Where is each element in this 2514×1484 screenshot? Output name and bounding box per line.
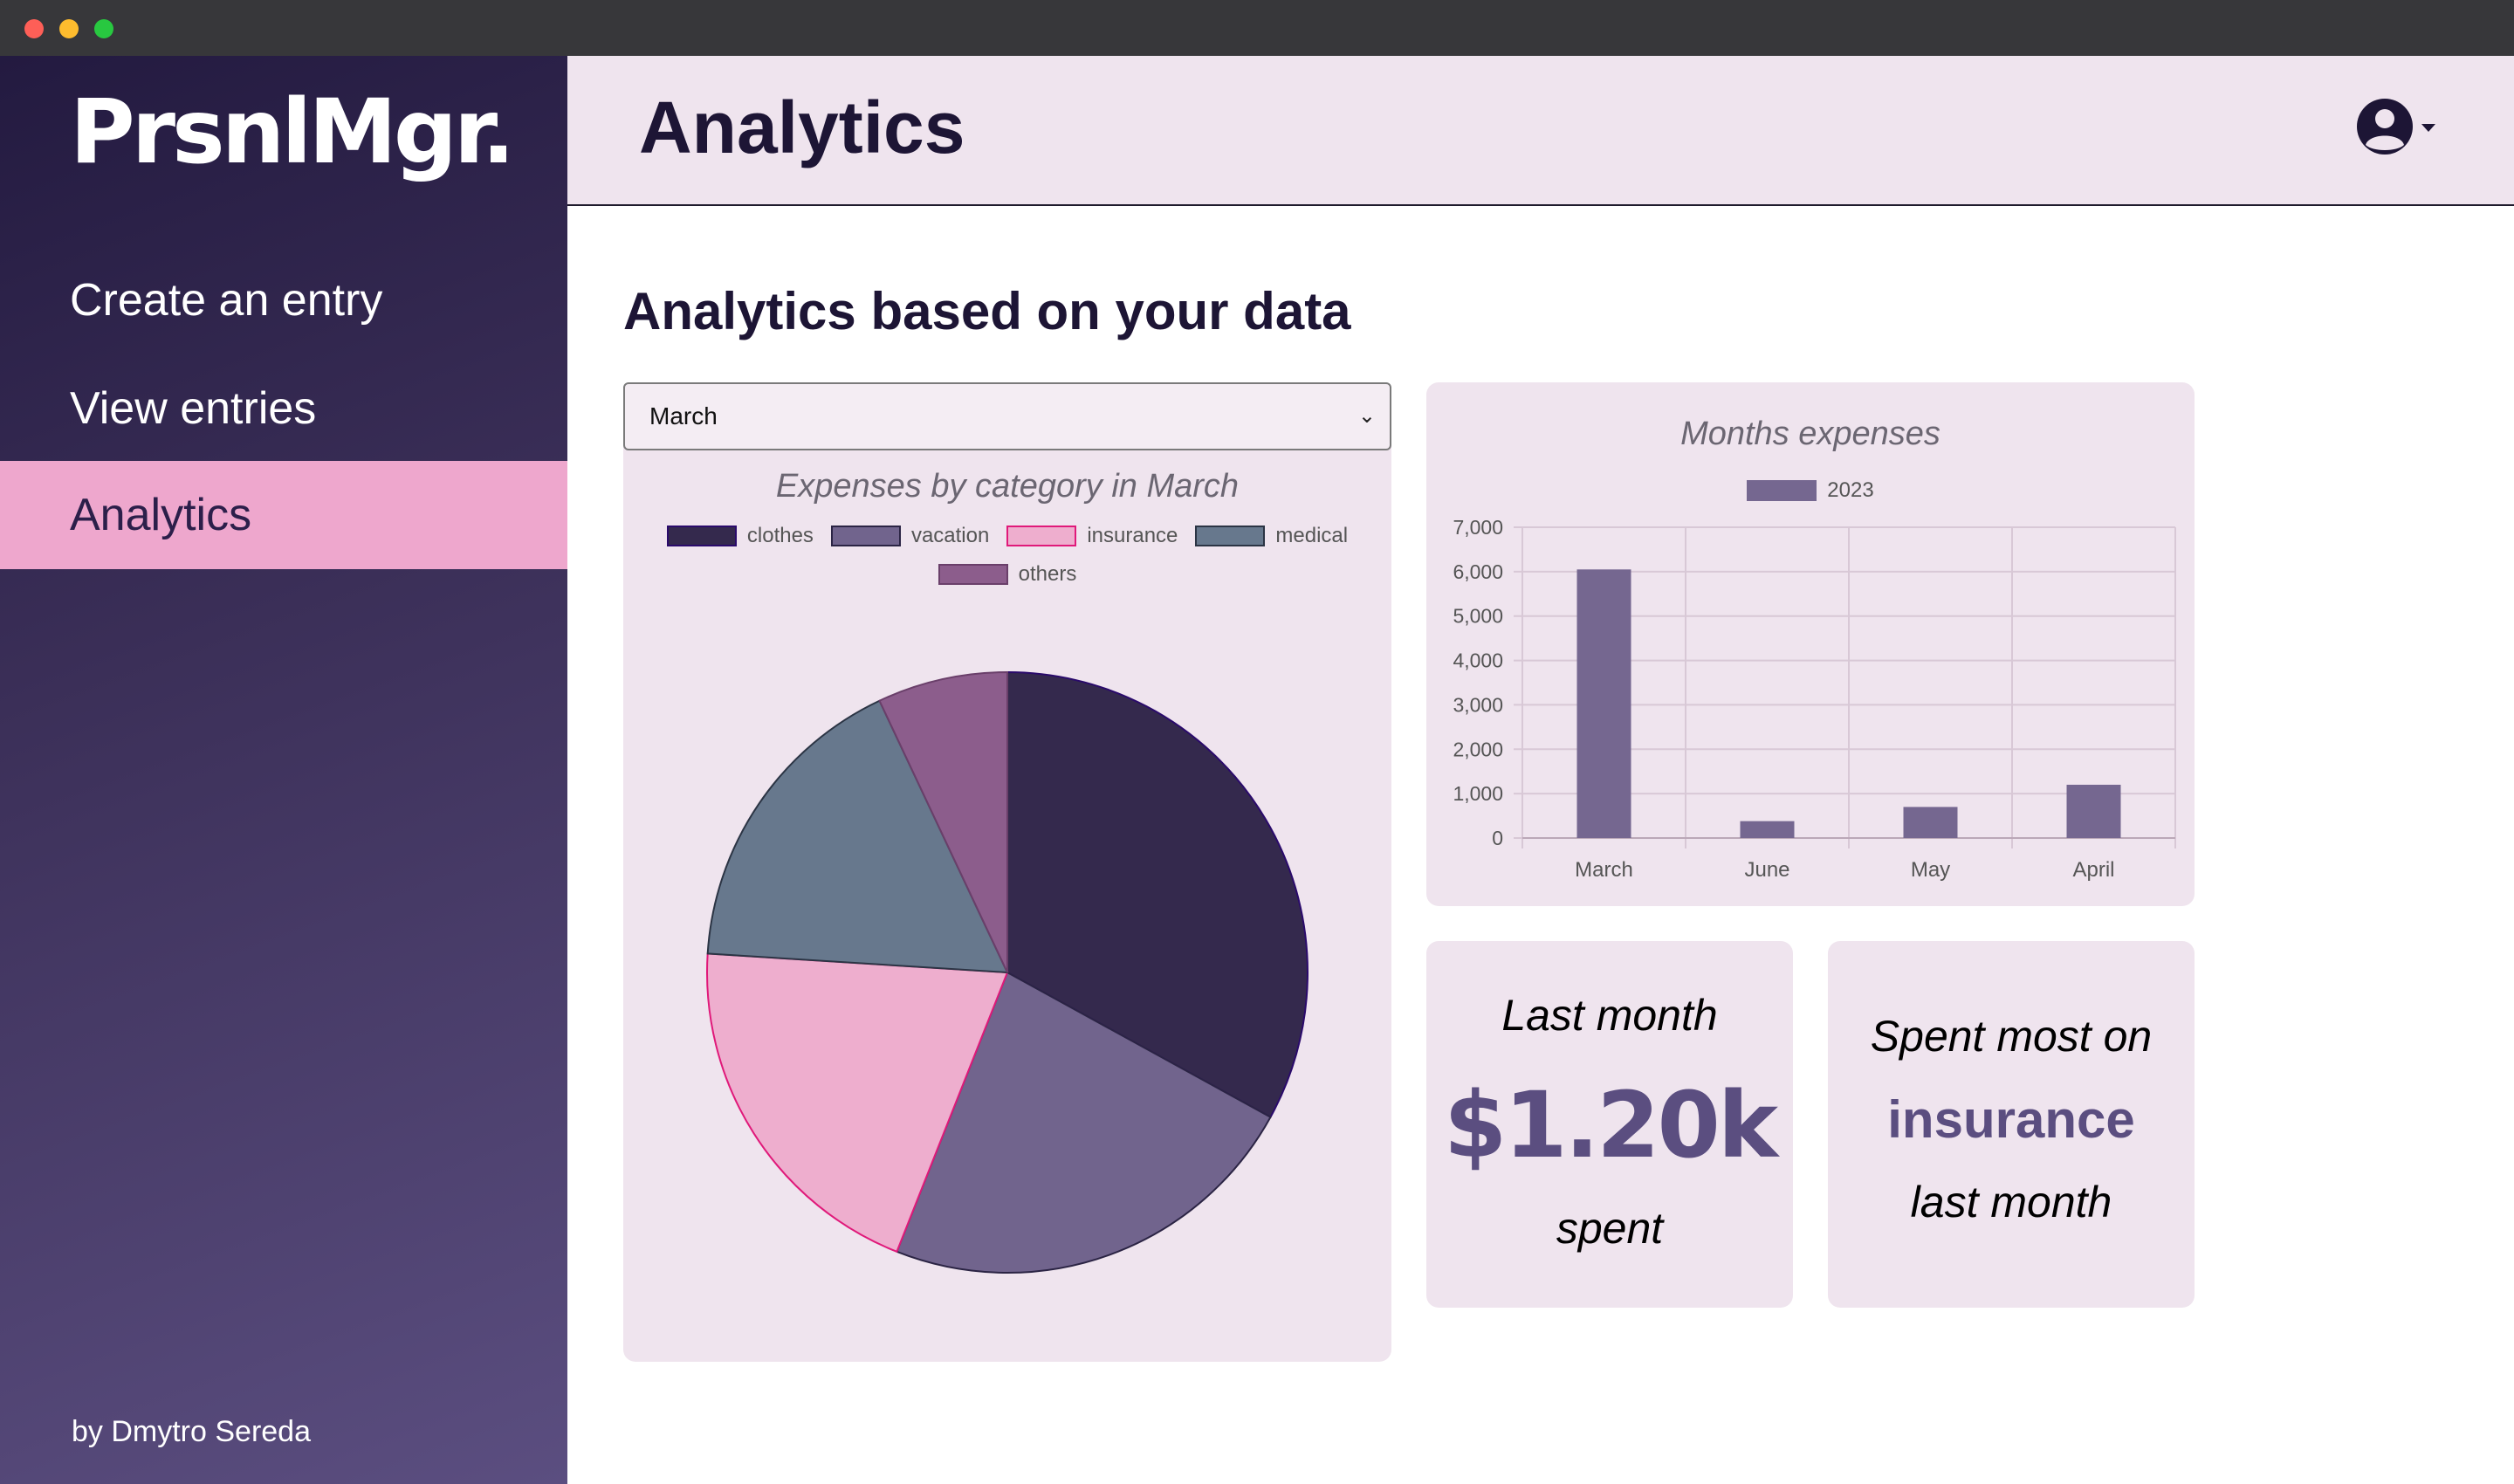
chevron-down-icon (2421, 124, 2435, 132)
x-tick-label: April (2072, 858, 2114, 882)
legend-label: vacation (910, 524, 990, 547)
stat-suffix: spent (1556, 1204, 1664, 1253)
sidebar-item-create-entry[interactable]: Create an entry (0, 246, 567, 354)
y-tick-label: 3,000 (1453, 693, 1503, 716)
y-tick-label: 4,000 (1453, 649, 1503, 672)
y-tick-label: 1,000 (1453, 782, 1503, 805)
pie-chart (706, 670, 1309, 1274)
legend-label: clothes (746, 524, 814, 547)
x-tick-label: March (1575, 858, 1633, 882)
pie-legend-item[interactable]: others (938, 562, 1077, 587)
stat-value: $1.20k (1443, 1072, 1778, 1178)
legend-swatch (666, 526, 737, 546)
sidebar: PrsnlMgr. Create an entry View entries A… (0, 56, 567, 1484)
bar-March[interactable] (1576, 569, 1631, 838)
legend-label: others (1018, 562, 1077, 586)
main-content: Analytics Analytics based on your data M… (567, 56, 2514, 1484)
last-month-stat-card: Last month $1.20k spent (1426, 941, 1793, 1308)
page-title: Analytics (639, 86, 965, 168)
pie-legend-item[interactable]: vacation (830, 524, 990, 548)
window-minimize-button[interactable] (59, 19, 79, 38)
stat-value: insurance (1887, 1090, 2135, 1149)
x-tick-label: May (1911, 858, 1950, 882)
legend-label: insurance (1087, 524, 1178, 547)
author-credit: by Dmytro Sereda (72, 1415, 311, 1448)
stat-label: Last month (1501, 991, 1718, 1040)
chevron-down-icon: ⌄ (1357, 404, 1376, 428)
y-tick-label: 0 (1492, 827, 1503, 849)
user-circle-icon (2357, 99, 2435, 155)
bar-May[interactable] (1903, 807, 1958, 838)
pie-legend-row-1: clothes vacation insurance medical (623, 524, 1391, 548)
y-tick-label: 2,000 (1453, 738, 1503, 760)
sidebar-item-view-entries[interactable]: View entries (0, 354, 567, 463)
legend-swatch (938, 564, 1008, 585)
category-pie-card: March ⌄ Expenses by category in March cl… (623, 382, 1391, 1362)
y-tick-label: 7,000 (1453, 516, 1503, 539)
legend-swatch (830, 526, 901, 546)
pie-legend-row-2: others (623, 562, 1391, 587)
legend-swatch (1006, 526, 1077, 546)
x-tick-label: June (1744, 858, 1789, 882)
sidebar-item-analytics[interactable]: Analytics (0, 461, 567, 569)
account-menu-button[interactable] (2353, 96, 2441, 157)
y-tick-label: 5,000 (1453, 605, 1503, 628)
pie-legend-item[interactable]: medical (1195, 524, 1348, 548)
pie-chart-title: Expenses by category in March (775, 468, 1240, 505)
months-bar-card: Months expenses 2023 0 1,000 2,000 3,000 4,0… (1426, 382, 2195, 906)
page-header: Analytics (567, 56, 2514, 206)
month-select-value: March (649, 402, 718, 429)
app-logo[interactable]: PrsnlMgr. (70, 80, 515, 184)
window-close-button[interactable] (24, 19, 44, 38)
stat-suffix: last month (1910, 1178, 2112, 1226)
section-title: Analytics based on your data (623, 282, 1351, 340)
month-select[interactable]: March ⌄ (623, 382, 1391, 450)
bar-June[interactable] (1740, 821, 1795, 838)
window-maximize-button[interactable] (94, 19, 113, 38)
y-tick-label: 6,000 (1453, 560, 1503, 583)
stat-prefix: Spent most on (1870, 1012, 2153, 1061)
legend-swatch (1195, 526, 1266, 546)
bar-April[interactable] (2066, 784, 2121, 838)
pie-legend-item[interactable]: clothes (666, 524, 814, 548)
top-category-stat-card: Spent most on insurance last month (1828, 941, 2195, 1308)
window-titlebar (0, 0, 2514, 56)
bar-chart: 0 1,000 2,000 3,000 4,000 5,000 6,000 7,000 Marc… (1453, 516, 2176, 882)
pie-legend-item[interactable]: insurance (1006, 524, 1178, 548)
legend-label: medical (1275, 524, 1349, 547)
